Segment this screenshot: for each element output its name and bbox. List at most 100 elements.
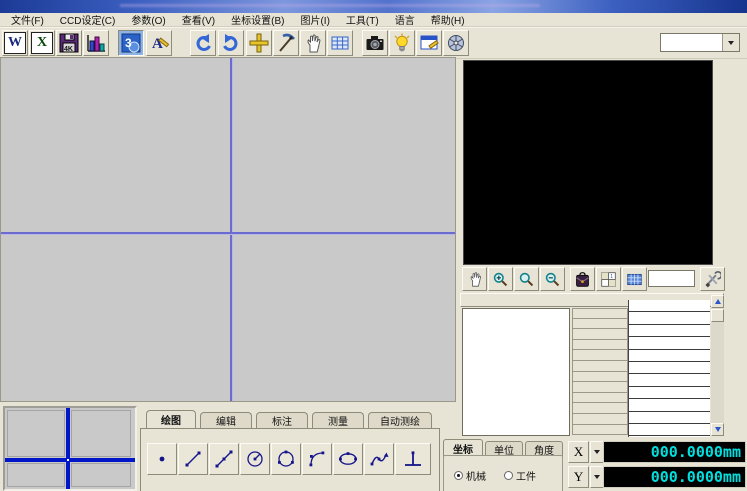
- zoom-out-icon: [544, 271, 561, 288]
- combobox-dropdown-button[interactable]: [722, 34, 739, 51]
- table-scrollbar[interactable]: [711, 295, 724, 436]
- video-toolbag-button[interactable]: [570, 267, 595, 291]
- feature-listbox[interactable]: [462, 308, 570, 436]
- stage-navigator-preview[interactable]: [3, 406, 137, 491]
- tool-circle-points-button[interactable]: [271, 443, 301, 475]
- tab-unit[interactable]: 单位: [485, 441, 523, 456]
- tool-line-button[interactable]: [178, 443, 208, 475]
- grid-tool-button[interactable]: [327, 30, 353, 56]
- report-chart-button[interactable]: [83, 30, 109, 56]
- export-excel-button[interactable]: X: [29, 30, 55, 56]
- tab-edit[interactable]: 编辑: [200, 412, 252, 428]
- tool-perpendicular-button[interactable]: [395, 443, 431, 475]
- scrollbar-thumb[interactable]: [711, 309, 724, 322]
- bar-chart-icon: [85, 32, 107, 54]
- radio-machine-coordinate[interactable]: 机械: [454, 468, 486, 483]
- view-3d-button[interactable]: 3: [118, 30, 144, 56]
- tool-circle-center-button[interactable]: [240, 443, 270, 475]
- video-quad-view-button[interactable]: 1: [596, 267, 621, 291]
- preview-crosshair-center: [67, 459, 69, 461]
- svg-text:4K: 4K: [64, 46, 73, 53]
- magnification-input[interactable]: [661, 34, 722, 51]
- sphere-icon: [446, 33, 466, 53]
- tool-arc-button[interactable]: [302, 443, 332, 475]
- svg-text:3: 3: [125, 36, 132, 50]
- property-value-cell: [629, 387, 710, 399]
- axis-x-button[interactable]: X: [568, 441, 589, 463]
- tab-draw[interactable]: 绘图: [146, 410, 196, 428]
- video-value-input[interactable]: [648, 270, 695, 287]
- video-pixel-grid-button[interactable]: [622, 267, 647, 291]
- video-zoom-fit-button[interactable]: [514, 267, 539, 291]
- property-value-cell: [629, 399, 710, 411]
- radio-workpiece-label: 工件: [516, 468, 536, 483]
- axis-y-readout: 000.0000mm: [603, 466, 746, 488]
- chevron-down-icon: [715, 427, 721, 432]
- video-zoom-in-button[interactable]: [488, 267, 513, 291]
- property-label-cell: [572, 414, 628, 425]
- menu-view[interactable]: 查看(V): [174, 12, 223, 27]
- chevron-down-icon: [594, 475, 600, 479]
- tab-annotate[interactable]: 标注: [256, 412, 308, 428]
- video-pan-button[interactable]: [462, 267, 487, 291]
- property-label-cell: [572, 329, 628, 340]
- pixel-grid-icon: [626, 271, 643, 288]
- export-word-button[interactable]: W: [2, 30, 28, 56]
- menu-parameters[interactable]: 参数(O): [123, 12, 173, 27]
- magnification-combobox[interactable]: [660, 33, 740, 52]
- save-report-icon: 4K: [58, 32, 80, 54]
- crosshair-tool-button[interactable]: [246, 30, 272, 56]
- menu-picture[interactable]: 图片(I): [292, 12, 337, 27]
- property-label-cell: [572, 382, 628, 393]
- preview-quadrant: [71, 410, 131, 457]
- tool-point-button[interactable]: [147, 443, 177, 475]
- tool-ellipse-button[interactable]: [333, 443, 363, 475]
- tab-auto-trace[interactable]: 自动测绘: [368, 412, 432, 428]
- capture-window-button[interactable]: [416, 30, 442, 56]
- chevron-down-icon: [728, 41, 734, 45]
- drawing-canvas[interactable]: [0, 57, 456, 402]
- tab-angle[interactable]: 角度: [525, 441, 563, 456]
- ccd-video-view[interactable]: [463, 60, 713, 265]
- line-icon: [182, 448, 204, 470]
- perpendicular-icon: [401, 448, 425, 470]
- video-zoom-out-button[interactable]: [540, 267, 565, 291]
- menu-file[interactable]: 文件(F): [3, 12, 52, 27]
- tab-draw-label: 绘图: [161, 412, 181, 427]
- radio-workpiece-coordinate[interactable]: 工件: [504, 468, 536, 483]
- property-label-cell: [572, 361, 628, 372]
- light-bulb-icon: [392, 33, 412, 53]
- polyline-icon: [213, 448, 235, 470]
- property-label-cell: [572, 425, 628, 436]
- camera-capture-button[interactable]: [362, 30, 388, 56]
- menu-help[interactable]: 帮助(H): [423, 12, 473, 27]
- axis-y-button[interactable]: Y: [568, 466, 589, 488]
- sphere-view-button[interactable]: [443, 30, 469, 56]
- menu-tools[interactable]: 工具(T): [338, 12, 387, 27]
- menu-ccd-setup[interactable]: CCD设定(C): [52, 12, 124, 27]
- light-control-button[interactable]: [389, 30, 415, 56]
- tab-edit-label: 编辑: [216, 413, 236, 428]
- text-annotate-button[interactable]: A: [146, 30, 172, 56]
- tab-measure[interactable]: 测量: [312, 412, 364, 428]
- save-report-button[interactable]: 4K: [56, 30, 82, 56]
- redo-button[interactable]: [218, 30, 244, 56]
- tool-spline-button[interactable]: [364, 443, 394, 475]
- tool-polyline-button[interactable]: [209, 443, 239, 475]
- scroll-up-button[interactable]: [711, 295, 724, 308]
- pan-tool-button[interactable]: [300, 30, 326, 56]
- probe-icon: [276, 33, 296, 53]
- axis-x-dropdown[interactable]: [590, 441, 604, 463]
- wrench-icon: [704, 271, 721, 288]
- text-annotate-icon: A: [148, 32, 170, 54]
- menu-coordinate-settings[interactable]: 坐标设置(B): [223, 12, 292, 27]
- video-tools-button[interactable]: [700, 267, 725, 291]
- menu-language[interactable]: 语言: [387, 12, 423, 27]
- tab-coordinate[interactable]: 坐标: [443, 439, 483, 456]
- probe-tool-button[interactable]: [273, 30, 299, 56]
- undo-button[interactable]: [190, 30, 216, 56]
- scroll-down-button[interactable]: [711, 423, 724, 436]
- coordinate-mode-groupbox: 机械 工件: [443, 455, 563, 491]
- axis-y-dropdown[interactable]: [590, 466, 604, 488]
- redo-icon: [221, 33, 241, 53]
